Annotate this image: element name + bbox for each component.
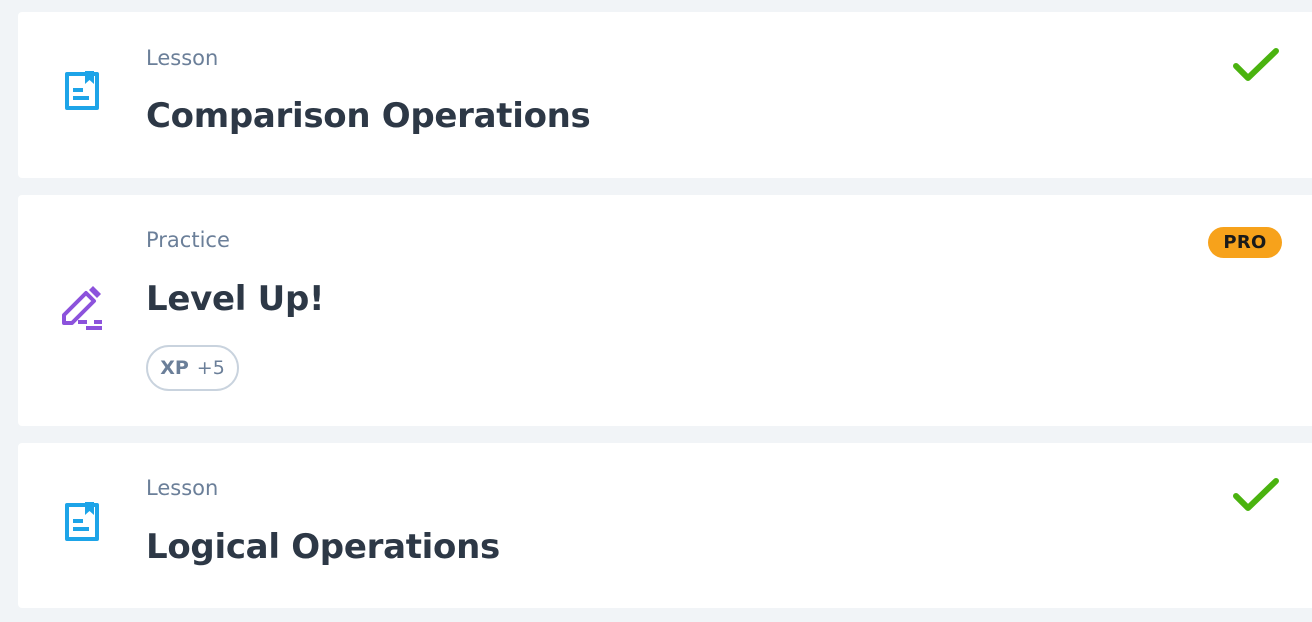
lesson-card-comparison-operations[interactable]: Lesson Comparison Operations (18, 12, 1312, 178)
item-title: Comparison Operations (146, 96, 591, 136)
item-title: Level Up! (146, 279, 325, 319)
lesson-list: Lesson Comparison Operations Practice Le… (0, 0, 1312, 622)
completed-check-icon (1233, 48, 1279, 81)
practice-card-level-up[interactable]: Practice Level Up! XP +5 PRO (18, 195, 1312, 426)
xp-reward-chip: XP +5 (146, 345, 239, 391)
lesson-doc-icon (65, 71, 99, 110)
pro-badge: PRO (1208, 227, 1282, 258)
lesson-card-logical-operations[interactable]: Lesson Logical Operations (18, 443, 1312, 608)
pencil-icon (62, 286, 102, 330)
lesson-doc-icon (65, 502, 99, 541)
item-type-label: Practice (146, 228, 230, 252)
item-title: Logical Operations (146, 527, 500, 567)
item-type-label: Lesson (146, 476, 219, 500)
xp-value: +5 (196, 357, 225, 379)
completed-check-icon (1233, 478, 1279, 511)
item-type-label: Lesson (146, 46, 219, 70)
xp-label: XP (160, 357, 189, 379)
